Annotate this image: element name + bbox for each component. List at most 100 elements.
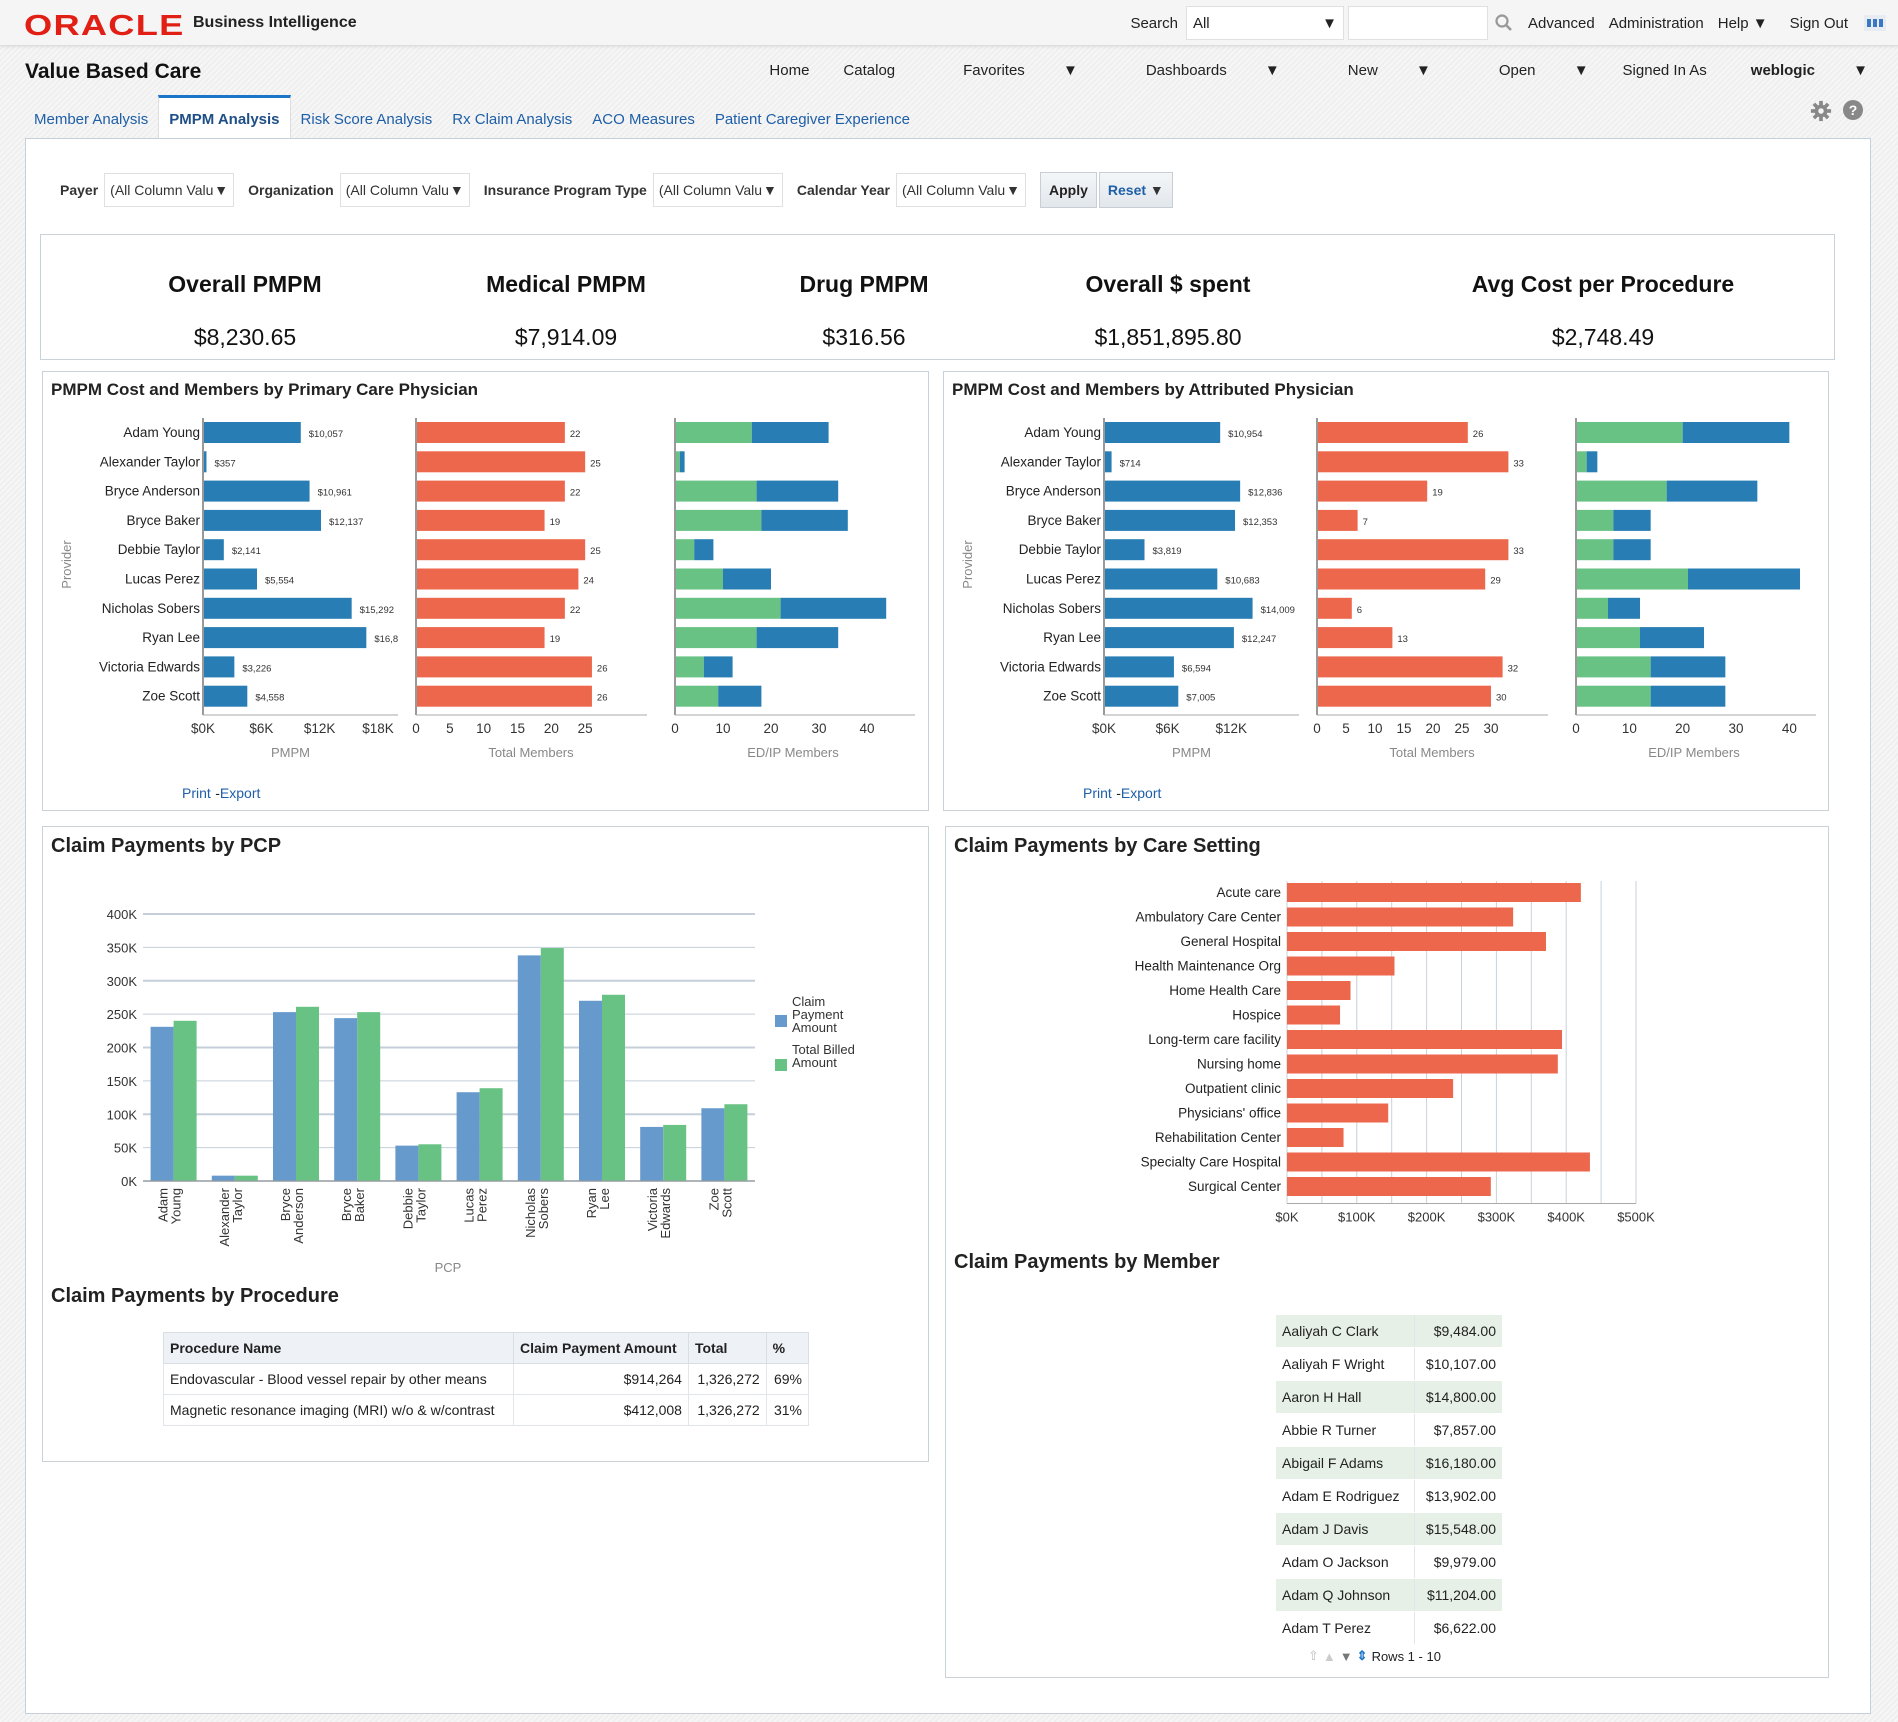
members-data-label: 33 — [1513, 546, 1524, 557]
apps-icon[interactable] — [1864, 15, 1886, 31]
tab-aco-measures[interactable]: ACO Measures — [582, 95, 705, 139]
print-link[interactable]: Print — [1083, 785, 1112, 801]
help-menu[interactable]: Help ▼ — [1718, 15, 1768, 32]
calendar-year-select[interactable]: (All Column Valu ▼ — [896, 173, 1026, 207]
table-row: Endovascular - Blood vessel repair by ot… — [163, 1363, 810, 1395]
x-tick-label: BryceBaker — [339, 1187, 367, 1222]
ed-bar — [1576, 568, 1688, 590]
search-input[interactable] — [1347, 6, 1488, 40]
nav-favorites[interactable]: Favorites ▼ — [929, 62, 1078, 79]
column-header[interactable]: Total — [687, 1332, 767, 1364]
nav-open[interactable]: Open ▼ — [1465, 62, 1589, 79]
tab-risk-score-analysis[interactable]: Risk Score Analysis — [291, 95, 443, 139]
members-bar — [1317, 451, 1509, 473]
x-tick-label: RyanLee — [584, 1188, 612, 1218]
ed-bar — [675, 539, 695, 561]
product-name: Business Intelligence — [193, 14, 357, 31]
members-data-label: 19 — [1432, 488, 1443, 499]
total-billed-bar — [418, 1144, 442, 1181]
x-tick-label: 15 — [1396, 721, 1411, 736]
print-link[interactable]: Print — [182, 785, 211, 801]
x-tick-label: 10 — [476, 721, 491, 736]
kpi-value: $8,230.65 — [193, 324, 297, 350]
member-name: Abbie R Turner — [1276, 1413, 1415, 1447]
pmpm-bar — [1104, 627, 1234, 649]
chevron-down-icon: ▼ — [214, 182, 229, 198]
nav-dashboards[interactable]: Dashboards ▼ — [1112, 62, 1280, 79]
tab-member-analysis[interactable]: Member Analysis — [24, 95, 158, 139]
column-header[interactable]: Claim Payment Amount — [513, 1332, 689, 1364]
pmpm-bar — [203, 656, 235, 678]
pmpm-data-label: $357 — [214, 458, 235, 469]
advanced-link[interactable]: Advanced — [1528, 15, 1595, 32]
pmpm-bar — [1104, 480, 1241, 502]
x-axis-title: ED/IP Members — [1648, 745, 1740, 760]
members-bar — [1317, 509, 1358, 531]
x-tick-label-line: Taylor — [413, 1187, 428, 1222]
reset-button[interactable]: Reset ▼ — [1098, 172, 1173, 208]
members-bar — [416, 509, 545, 531]
pmpm-data-label: $3,226 — [242, 663, 271, 674]
chevron-down-icon: ▼ — [1062, 62, 1078, 79]
export-link[interactable]: Export — [1121, 785, 1161, 801]
ed-bar — [675, 480, 757, 502]
member-name: Aaliyah C Clark — [1276, 1315, 1415, 1348]
x-tick-label: 10 — [715, 721, 730, 736]
pmpm-data-label: $12,137 — [329, 517, 363, 528]
chevron-down-icon: ▼ — [763, 182, 777, 198]
organization-select[interactable]: (All Column Valu ▼ — [339, 173, 470, 207]
next-page-icon[interactable]: ▼ — [1340, 1649, 1353, 1664]
member-name: Aaron H Hall — [1276, 1380, 1415, 1414]
members-data-label: 22 — [570, 605, 581, 616]
help-icon[interactable]: ? — [1843, 100, 1863, 120]
claim-payment-bar — [517, 955, 541, 1181]
members-bar — [1317, 685, 1491, 707]
x-tick-label: $100K — [1338, 1210, 1376, 1225]
first-page-icon[interactable]: ⇧ — [1308, 1648, 1319, 1664]
member-claim-amount: $16,180.00 — [1413, 1446, 1502, 1480]
care-setting-label: Nursing home — [1197, 1057, 1281, 1072]
members-data-label: 24 — [583, 576, 594, 587]
tab-pmpm-analysis[interactable]: PMPM Analysis — [158, 95, 291, 139]
ip-bar — [679, 451, 685, 473]
search-icon[interactable] — [1494, 13, 1514, 33]
legend-swatch-claim-payment — [775, 1015, 787, 1027]
care-setting-bar — [1287, 956, 1395, 976]
member-claim-amount: $14,800.00 — [1413, 1380, 1502, 1414]
calendar-year-label: Calendar Year — [796, 182, 890, 198]
total: 1,326,272 — [687, 1363, 767, 1395]
payer-select[interactable]: (All Column Valu ▼ — [104, 173, 235, 207]
nav-home[interactable]: Home — [769, 62, 809, 79]
search-scope-select[interactable]: All ▼ — [1185, 6, 1344, 40]
gear-icon[interactable] — [1810, 100, 1832, 122]
ed-bar — [1576, 539, 1614, 561]
payer-value: (All Column Valu — [110, 182, 214, 198]
nav-catalog[interactable]: Catalog — [843, 62, 895, 79]
column-header[interactable]: Procedure Name — [163, 1332, 514, 1364]
user-menu[interactable]: weblogic ▼ — [1717, 62, 1868, 79]
previous-page-icon[interactable]: ▲ — [1323, 1649, 1336, 1664]
provider-label: Lucas Perez — [1026, 572, 1101, 587]
total-billed-bar — [602, 994, 625, 1181]
members-data-label: 32 — [1508, 663, 1519, 674]
ed-bar — [1576, 422, 1683, 443]
tab-patient-caregiver-experience[interactable]: Patient Caregiver Experience — [705, 95, 920, 139]
nav-new[interactable]: New ▼ — [1314, 62, 1431, 79]
care-setting-label: Specialty Care Hospital — [1141, 1155, 1281, 1170]
tab-rx-claim-analysis[interactable]: Rx Claim Analysis — [442, 95, 582, 139]
apply-button[interactable]: Apply — [1040, 172, 1097, 208]
y-tick-label: 200K — [107, 1041, 138, 1056]
insurance-program-type-select[interactable]: (All Column Valu ▼ — [652, 173, 783, 207]
x-tick-label: 0 — [412, 721, 420, 736]
administration-link[interactable]: Administration — [1609, 15, 1704, 32]
all-rows-icon[interactable]: ⇕ — [1357, 1648, 1368, 1664]
column-header[interactable]: % — [765, 1332, 810, 1364]
pmpm-bar — [1104, 509, 1236, 531]
pmpm-data-label: $3,819 — [1153, 546, 1182, 557]
pmpm-data-label: $16,8 — [374, 634, 398, 645]
ed-bar — [1576, 685, 1651, 707]
sign-out-link[interactable]: Sign Out — [1790, 15, 1848, 32]
export-link[interactable]: Export — [220, 785, 260, 801]
member-table-pager: ⇧ ▲ ▼ ⇕ Rows 1 - 10 — [1308, 1648, 1441, 1664]
pcp-pmpm-members-chart: Provider Adam Young $10,057 22 Alexander Tay… — [59, 418, 915, 760]
